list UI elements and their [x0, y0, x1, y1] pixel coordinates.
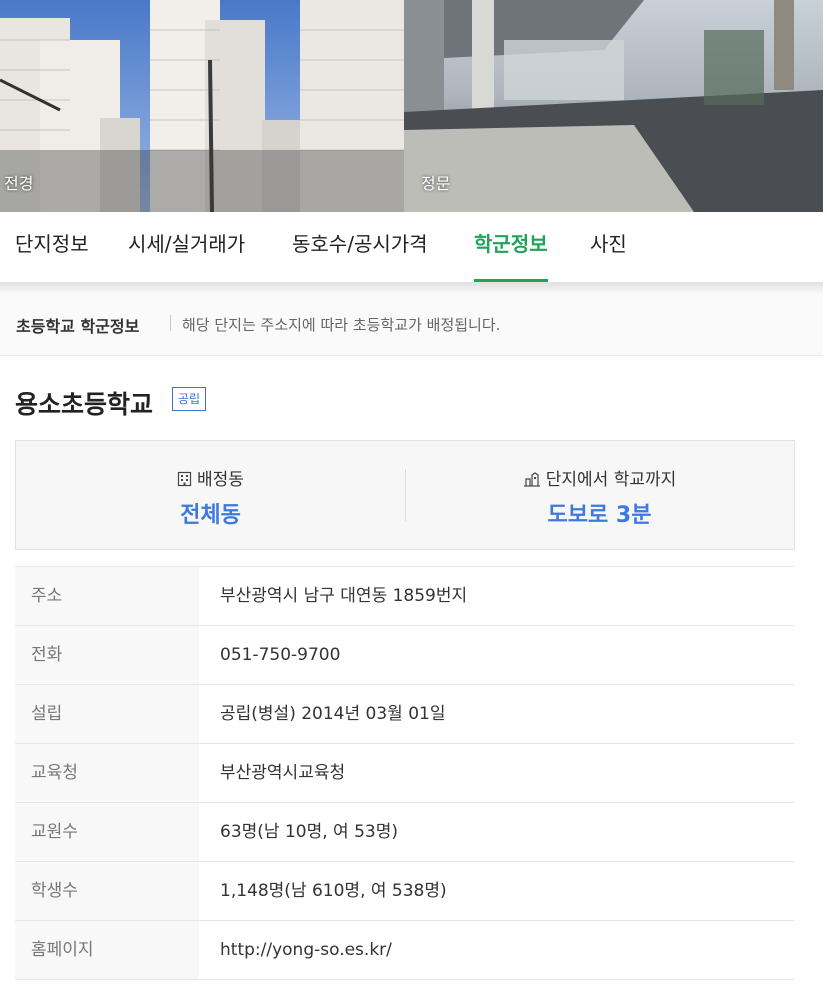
- info-value-office: 부산광역시교육청: [220, 763, 346, 783]
- school-name: 용소초등학교: [15, 390, 154, 419]
- walking-icon: [523, 470, 541, 492]
- info-key-students: 학생수: [15, 862, 199, 920]
- tab-complex-info[interactable]: 단지정보: [15, 212, 89, 282]
- info-key-teachers: 교원수: [15, 803, 199, 861]
- info-key-homepage: 홈페이지: [15, 921, 199, 979]
- tab-unit-price[interactable]: 동호수/공시가격: [292, 212, 428, 282]
- tab-bar-shadow: [0, 283, 823, 293]
- building-icon: [177, 471, 192, 492]
- info-value-teachers: 63명(남 10명, 여 53명): [220, 822, 398, 842]
- photo-main-gate[interactable]: 정문: [404, 0, 823, 212]
- photo-strip: 전경 정문: [0, 0, 823, 212]
- tab-price[interactable]: 시세/실거래가: [128, 212, 245, 282]
- table-row: 교육청 부산광역시교육청: [15, 744, 794, 803]
- info-value-students: 1,148명(남 610명, 여 538명): [220, 881, 447, 901]
- info-value-homepage-link[interactable]: http://yong-so.es.kr/: [199, 921, 392, 979]
- info-value-address: 부산광역시 남구 대연동 1859번지: [220, 586, 468, 606]
- main-gate-illustration: [404, 0, 823, 212]
- info-key-phone: 전화: [15, 626, 199, 684]
- school-info-table: 주소 부산광역시 남구 대연동 1859번지 전화 051-750-9700 설…: [15, 566, 794, 980]
- notice-divider: [170, 315, 171, 331]
- summary-assigned: 배정동 전체동: [16, 441, 405, 549]
- table-row: 홈페이지 http://yong-so.es.kr/: [15, 921, 794, 980]
- table-row: 학생수 1,148명(남 610명, 여 538명): [15, 862, 794, 921]
- info-key-office: 교육청: [15, 744, 199, 802]
- info-key-founded: 설립: [15, 685, 199, 743]
- apartment-towers-illustration: [0, 0, 404, 212]
- tab-school-district[interactable]: 학군정보: [474, 212, 548, 282]
- table-row: 설립 공립(병설) 2014년 03월 01일: [15, 685, 794, 744]
- info-key-address: 주소: [15, 567, 199, 625]
- school-summary: 배정동 전체동 단지에서 학교까지 도보로 3분: [15, 440, 795, 550]
- info-value-phone[interactable]: 051-750-9700: [199, 626, 340, 684]
- school-notice: 초등학교 학군정보 해당 단지는 주소지에 따라 초등학교가 배정됩니다.: [0, 293, 823, 356]
- tab-photos[interactable]: 사진: [590, 212, 627, 282]
- photo-exterior[interactable]: 전경: [0, 0, 404, 212]
- summary-distance-value: 도보로 3분: [547, 503, 652, 528]
- summary-assigned-label: 배정동: [197, 470, 244, 490]
- table-row: 전화 051-750-9700: [15, 626, 794, 685]
- info-value-founded: 공립(병설) 2014년 03월 01일: [220, 704, 446, 724]
- photo-caption-main-gate: 정문: [421, 174, 451, 193]
- summary-assigned-value: 전체동: [180, 503, 241, 528]
- school-type-badge: 공립: [172, 387, 207, 411]
- summary-distance-label: 단지에서 학교까지: [545, 470, 677, 490]
- table-row: 교원수 63명(남 10명, 여 53명): [15, 803, 794, 862]
- notice-description: 해당 단지는 주소지에 따라 초등학교가 배정됩니다.: [182, 316, 501, 334]
- photo-caption-exterior: 전경: [4, 174, 34, 193]
- tab-bar: 단지정보 시세/실거래가 동호수/공시가격 학군정보 사진: [0, 212, 823, 283]
- notice-title: 초등학교 학군정보: [16, 317, 140, 336]
- summary-distance: 단지에서 학교까지 도보로 3분: [405, 441, 794, 549]
- table-row: 주소 부산광역시 남구 대연동 1859번지: [15, 566, 794, 626]
